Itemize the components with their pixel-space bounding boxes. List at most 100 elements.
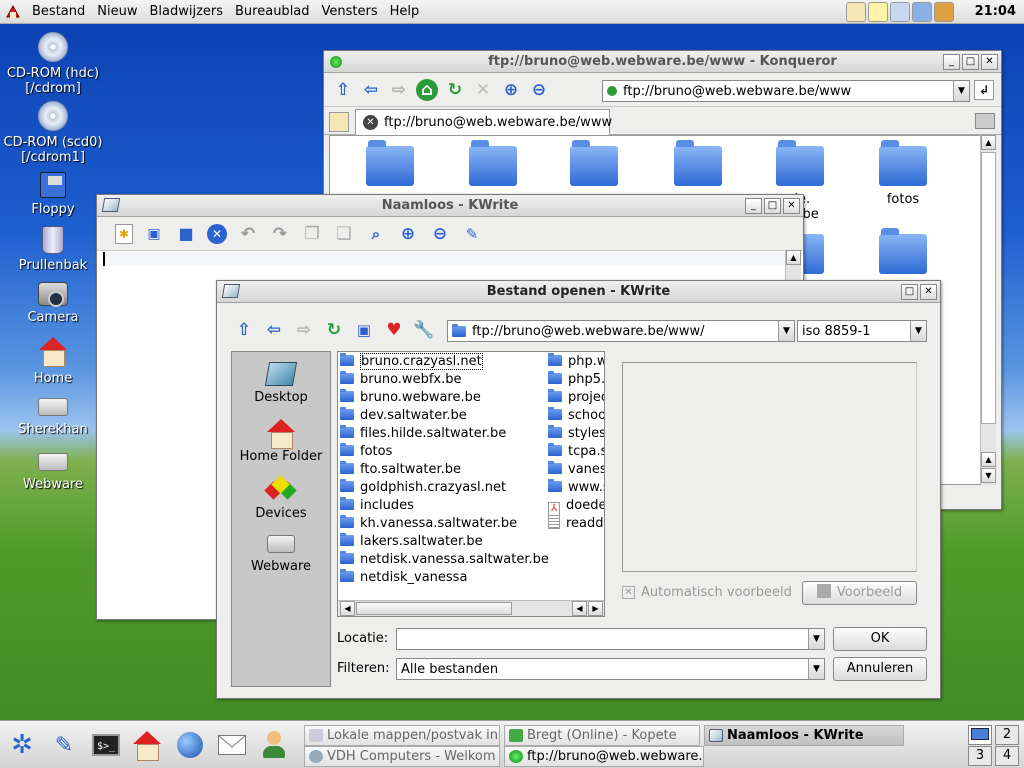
menu-bladwijzers[interactable]: Bladwijzers: [143, 4, 229, 19]
redo-icon[interactable]: ↷: [269, 223, 291, 245]
notes-icon[interactable]: [868, 2, 888, 22]
stop-icon[interactable]: ✕: [472, 79, 494, 101]
file-item[interactable]: php.w: [548, 353, 604, 371]
bookmark-heart-icon[interactable]: ♥: [383, 319, 405, 341]
task-browser[interactable]: VDH Computers - Welkom -: [304, 746, 500, 767]
file-item[interactable]: projec: [548, 389, 604, 407]
folder-item[interactable]: [873, 228, 933, 274]
zoom-out-icon[interactable]: ⊖: [429, 223, 451, 245]
minimize-button[interactable]: _: [745, 198, 762, 214]
desktop-icon-floppy[interactable]: Floppy: [3, 172, 103, 217]
file-item[interactable]: bruno.webfx.be: [340, 371, 545, 389]
file-item[interactable]: includes: [340, 497, 545, 515]
open-folder-icon[interactable]: ▣: [143, 223, 165, 245]
filter-select[interactable]: Alle bestanden ▼: [396, 658, 825, 680]
desktop-pager-2[interactable]: 2: [995, 725, 1019, 745]
close-button[interactable]: ✕: [981, 54, 998, 70]
dialog-titlebar[interactable]: Bestand openen - KWrite □ ✕: [217, 281, 940, 303]
file-item[interactable]: fotos: [340, 443, 545, 461]
location-input[interactable]: ▼: [396, 628, 825, 650]
desktop-icon-cdrom-scd0[interactable]: CD-ROM (scd0) [/cdrom1]: [3, 101, 103, 165]
edit-icon[interactable]: ✎: [461, 223, 483, 245]
forward-arrow-icon[interactable]: ⇨: [293, 319, 315, 341]
ok-button[interactable]: OK: [833, 627, 927, 651]
chevron-down-icon[interactable]: ▼: [910, 321, 926, 341]
desktop-pager-3[interactable]: 3: [968, 746, 992, 766]
scroll-up-icon[interactable]: ▲: [786, 250, 801, 265]
menu-help[interactable]: Help: [384, 4, 426, 19]
zoom-out-icon[interactable]: ⊖: [528, 79, 550, 101]
file-item[interactable]: netdisk.vanessa.saltwater.be: [340, 551, 549, 569]
file-item[interactable]: vanes: [548, 461, 604, 479]
file-item[interactable]: schoo: [548, 407, 604, 425]
cancel-button[interactable]: Annuleren: [833, 657, 927, 681]
folder-item[interactable]: [360, 140, 420, 186]
scroll-up-icon[interactable]: ▲: [981, 452, 996, 467]
task-kmail[interactable]: Lokale mappen/postvak in -: [304, 725, 500, 746]
scroll-left-icon[interactable]: ◀: [572, 601, 587, 616]
menu-bestand[interactable]: Bestand: [26, 4, 91, 19]
maximize-button[interactable]: □: [764, 198, 781, 214]
new-folder-icon[interactable]: ▣: [353, 319, 375, 341]
checkbox-checked-icon[interactable]: ✕: [622, 586, 635, 599]
file-item[interactable]: dev.saltwater.be: [340, 407, 545, 425]
close-button[interactable]: ✕: [920, 284, 937, 300]
scroll-up-icon[interactable]: ▲: [981, 135, 996, 150]
auto-preview-checkbox[interactable]: ✕ Automatisch voorbeeld: [622, 585, 792, 600]
close-tab-icon[interactable]: ✕: [363, 115, 378, 130]
task-kopete[interactable]: Bregt (Online) - Kopete: [504, 725, 700, 746]
desktop-pager-1[interactable]: [968, 725, 992, 745]
menu-nieuw[interactable]: Nieuw: [91, 4, 143, 19]
chevron-down-icon[interactable]: ▼: [953, 81, 969, 101]
kde-menu-icon[interactable]: ✲: [6, 729, 38, 761]
file-list[interactable]: bruno.crazyasl.net bruno.webfx.be bruno.…: [337, 351, 605, 617]
folder-item[interactable]: [564, 140, 624, 186]
text-editor-area[interactable]: [103, 252, 787, 266]
undo-icon[interactable]: ↶: [237, 223, 259, 245]
home-icon[interactable]: [131, 729, 163, 761]
book-icon[interactable]: [934, 2, 954, 22]
file-item[interactable]: fto.saltwater.be: [340, 461, 545, 479]
file-item[interactable]: bruno.crazyasl.net: [340, 353, 545, 371]
file-item[interactable]: goldphish.crazyasl.net: [340, 479, 545, 497]
zoom-in-icon[interactable]: ⊕: [397, 223, 419, 245]
preview-button[interactable]: Voorbeeld: [802, 581, 917, 605]
find-icon[interactable]: ⌕: [365, 223, 387, 245]
close-doc-icon[interactable]: ✕: [207, 223, 227, 244]
folder-item[interactable]: fotos: [873, 140, 933, 207]
contacts-icon[interactable]: [258, 729, 290, 761]
file-item[interactable]: tcpa.s: [548, 443, 604, 461]
desktop-icon-webware[interactable]: Webware: [3, 445, 103, 492]
file-item[interactable]: styles: [548, 425, 604, 443]
folder-item[interactable]: [668, 140, 728, 186]
terminal-icon[interactable]: $>_: [90, 729, 122, 761]
klipper-icon[interactable]: [846, 2, 866, 22]
scroll-left-icon[interactable]: ◀: [340, 601, 355, 616]
chevron-down-icon[interactable]: ▼: [808, 629, 824, 649]
new-tab-icon[interactable]: [329, 112, 349, 132]
file-item[interactable]: readd: [548, 515, 604, 533]
file-item[interactable]: lakers.saltwater.be: [340, 533, 545, 551]
scroll-right-icon[interactable]: ▶: [588, 601, 603, 616]
file-list-hscrollbar[interactable]: ◀ ◀ ▶: [338, 600, 604, 616]
file-item[interactable]: php5.: [548, 371, 604, 389]
scroll-thumb[interactable]: [981, 152, 996, 424]
network-monitor-icon[interactable]: [912, 2, 932, 22]
reload-icon[interactable]: ↻: [323, 319, 345, 341]
new-file-icon[interactable]: ✱: [115, 223, 133, 244]
close-button[interactable]: ✕: [783, 198, 800, 214]
konqueror-titlebar[interactable]: ftp://bruno@web.webware.be/www - Konquer…: [324, 51, 1001, 73]
close-current-tab-icon[interactable]: [975, 113, 995, 129]
back-arrow-icon[interactable]: ⇦: [263, 319, 285, 341]
maximize-button[interactable]: □: [901, 284, 918, 300]
kde-menu-icon[interactable]: [0, 0, 26, 24]
task-kwrite[interactable]: Naamloos - KWrite: [704, 725, 904, 746]
desktop-icon-cdrom-hdc[interactable]: CD-ROM (hdc) [/cdrom]: [3, 32, 103, 96]
konqueror-scrollbar[interactable]: ▲ ▲ ▼: [980, 135, 996, 485]
reload-icon[interactable]: ↻: [444, 79, 466, 101]
menu-bureaublad[interactable]: Bureaublad: [229, 4, 316, 19]
copy-icon[interactable]: ❐: [301, 223, 323, 245]
place-devices[interactable]: Devices: [232, 475, 330, 521]
file-item[interactable]: kh.vanessa.saltwater.be: [340, 515, 545, 533]
file-item[interactable]: files.hilde.saltwater.be: [340, 425, 545, 443]
